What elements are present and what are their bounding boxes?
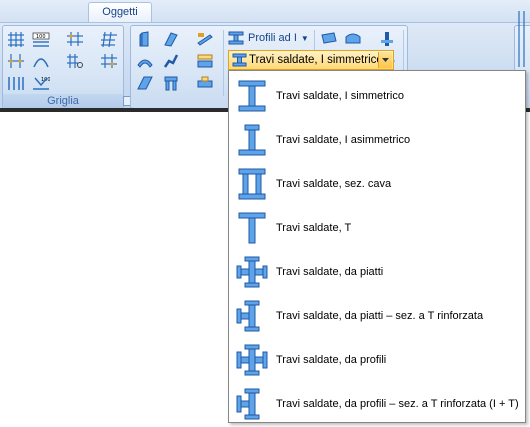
curved-beam-icon[interactable] [135, 52, 155, 70]
group-separator [223, 30, 224, 96]
plate-cross-beam-icon [234, 252, 270, 292]
arch-panel-icon[interactable] [343, 30, 363, 48]
portal-frame-icon[interactable] [161, 74, 181, 92]
menu-item-label: Travi saldate, I asimmetrico [276, 134, 411, 146]
beam-tool-icon[interactable] [195, 30, 215, 48]
grid-axis-icon[interactable] [6, 52, 26, 70]
chevron-down-icon[interactable] [378, 52, 392, 68]
group-griglia-label: Griglia [3, 94, 123, 108]
grid-icon[interactable] [6, 30, 26, 48]
t-beam-icon [234, 208, 270, 248]
tab-oggetti[interactable]: Oggetti [88, 2, 152, 23]
column-icon[interactable] [135, 30, 155, 48]
plate-reinforced-t-beam-icon [234, 296, 270, 336]
grid-x-icon[interactable] [65, 30, 85, 48]
profili-label: Profili ad I [248, 32, 297, 44]
menu-item-sez-cava[interactable]: Travi saldate, sez. cava [230, 162, 524, 206]
menu-item-da-piatti-t-rinforzata[interactable]: Travi saldate, da piatti – sez. a T rinf… [230, 294, 524, 338]
menu-item-label: Travi saldate, T [276, 222, 352, 234]
menu-item-i-asimmetrico[interactable]: Travi saldate, I asimmetrico [230, 118, 524, 162]
i-beam-icon [232, 53, 247, 70]
menu-item-da-piatti[interactable]: Travi saldate, da piatti [230, 250, 524, 294]
menu-item-label: Travi saldate, sez. cava [276, 178, 392, 190]
i-symmetric-beam-icon [234, 76, 270, 116]
profile-reinforced-t-beam-icon [234, 384, 270, 424]
grid-3d-icon[interactable] [99, 30, 119, 48]
hollow-section-beam-icon [234, 164, 270, 204]
extra-icon[interactable] [515, 11, 529, 67]
grid-copy-icon[interactable] [99, 52, 119, 70]
grid-level-icon[interactable]: 100 [31, 74, 51, 92]
profile-cross-beam-icon [234, 340, 270, 380]
menu-item-t[interactable]: Travi saldate, T [230, 206, 524, 250]
menu-item-label: Travi saldate, da piatti – sez. a T rinf… [276, 310, 484, 322]
panel-icon[interactable] [319, 30, 339, 48]
arc-icon[interactable] [31, 52, 51, 70]
menu-item-da-profili[interactable]: Travi saldate, da profili [230, 338, 524, 382]
vertical-lines-icon[interactable] [6, 74, 26, 92]
beam-options-icon[interactable] [195, 74, 215, 92]
slab-icon[interactable] [135, 74, 155, 92]
menu-item-label: Travi saldate, da profili – sez. a T rin… [276, 398, 519, 410]
chevron-down-icon: ▼ [300, 33, 309, 43]
menu-item-label: Travi saldate, da piatti [276, 266, 384, 278]
menu-item-da-profili-t-rinforzata[interactable]: Travi saldate, da profili – sez. a T rin… [230, 382, 524, 426]
svg-text:100: 100 [36, 34, 46, 40]
profile-dropdown-menu: Travi saldate, I simmetrico Travi saldat… [228, 70, 526, 423]
profile-type-combo[interactable]: Travi saldate, I simmetrico [228, 50, 394, 70]
i-asymmetric-beam-icon [234, 120, 270, 160]
menu-item-label: Travi saldate, I simmetrico [276, 90, 404, 102]
profili-dropdown[interactable]: Profili ad I ▼ [228, 29, 309, 47]
i-beam-icon [228, 31, 244, 45]
brace-icon[interactable] [161, 52, 181, 70]
grid-spacing-icon[interactable]: 100 [31, 30, 51, 48]
inclined-beam-icon[interactable] [161, 30, 181, 48]
grid-edit-icon[interactable] [65, 52, 85, 70]
combo-value: Travi saldate, I simmetrico [249, 54, 383, 66]
group-griglia: 100 100 Griglia [2, 25, 133, 109]
plate-icon[interactable] [377, 30, 397, 48]
menu-item-i-simmetrico[interactable]: Travi saldate, I simmetrico [230, 74, 524, 118]
beam-stack-icon[interactable] [195, 52, 215, 70]
ribbon-tabstrip: Oggetti [0, 0, 530, 23]
menu-item-label: Travi saldate, da profili [276, 354, 387, 366]
